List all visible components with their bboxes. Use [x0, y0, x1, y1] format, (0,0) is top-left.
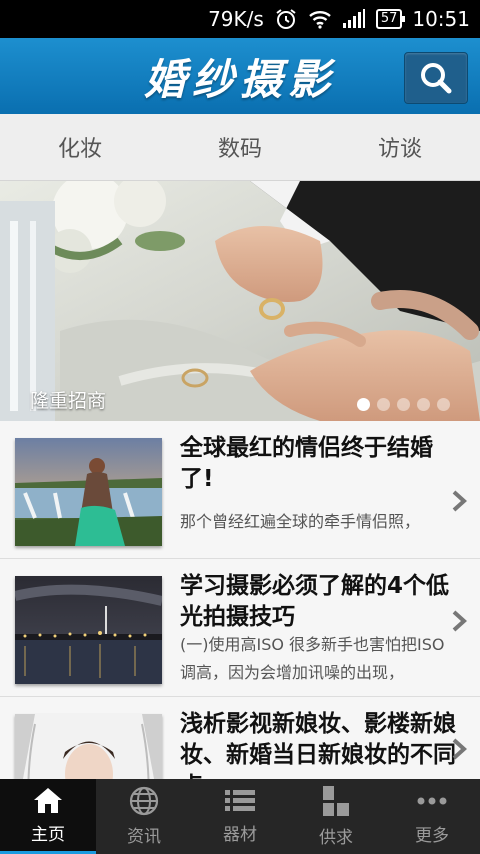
signal-icon — [342, 9, 366, 29]
carousel-dot[interactable] — [437, 398, 450, 411]
article-item[interactable]: 全球最红的情侣终于结婚了! 那个曾经红遍全球的牵手情侣照， — [0, 421, 480, 559]
nav-more[interactable]: 更多 — [384, 779, 480, 854]
battery-icon: 57 — [375, 9, 405, 29]
article-item[interactable]: 浅析影视新娘妆、影楼新娘妆、新婚当日新娘妆的不同点 — [0, 697, 480, 779]
banner-image — [0, 181, 480, 421]
chevron-right-icon — [452, 490, 467, 512]
article-description: 那个曾经红遍全球的牵手情侣照， — [180, 512, 421, 531]
status-bar: 79K/s 57 10:51 — [0, 0, 480, 38]
banner-carousel[interactable]: 隆重招商 — [0, 181, 480, 421]
carousel-dot[interactable] — [417, 398, 430, 411]
article-title: 学习摄影必须了解的4个低光拍摄技巧 — [180, 573, 450, 630]
banner-caption: 隆重招商 — [30, 390, 107, 412]
article-item[interactable]: 学习摄影必须了解的4个低光拍摄技巧 (一)使用高ISO 很多新手也害怕把ISO调… — [0, 559, 480, 697]
tab-interview[interactable]: 访谈 — [320, 114, 480, 180]
globe-icon — [129, 786, 159, 816]
nav-home[interactable]: 主页 — [0, 779, 96, 854]
carousel-dot[interactable] — [377, 398, 390, 411]
nav-supply[interactable]: 供求 — [288, 779, 384, 854]
nav-label: 主页 — [31, 824, 65, 845]
grid-icon — [323, 786, 349, 816]
list-icon — [225, 790, 255, 811]
home-icon — [34, 787, 62, 813]
article-title: 浅析影视新娘妆、影楼新娘妆、新婚当日新娘妆的不同点 — [180, 711, 456, 779]
wifi-icon — [308, 9, 332, 29]
chevron-right-icon — [452, 610, 467, 632]
clock: 10:51 — [412, 7, 470, 31]
nav-equipment[interactable]: 器材 — [192, 779, 288, 854]
nav-label: 更多 — [415, 826, 449, 846]
app-header: 婚纱摄影 — [0, 38, 480, 114]
nav-label: 资讯 — [127, 827, 161, 847]
tab-makeup[interactable]: 化妆 — [0, 114, 160, 180]
carousel-indicator — [357, 398, 450, 411]
article-thumbnail — [15, 438, 162, 546]
category-tabs: 化妆 数码 访谈 — [0, 114, 480, 181]
app-title: 婚纱摄影 — [143, 54, 336, 104]
article-list: 全球最红的情侣终于结婚了! 那个曾经红遍全球的牵手情侣照， 学习摄影必须了解的4… — [0, 421, 480, 779]
alarm-icon — [274, 7, 298, 31]
tab-digital[interactable]: 数码 — [160, 114, 320, 180]
nav-label: 供求 — [319, 828, 353, 848]
network-speed: 79K/s — [208, 7, 264, 31]
article-thumbnail — [15, 576, 162, 684]
nav-label: 器材 — [223, 825, 257, 845]
more-icon — [417, 797, 447, 805]
article-description: (一)使用高ISO 很多新手也害怕把ISO调高，因为会增加讯噪的出现， — [180, 635, 445, 682]
search-icon — [421, 63, 452, 94]
bottom-nav: 主页 资讯 器材 供求 更多 — [0, 779, 480, 854]
search-button[interactable] — [404, 52, 468, 104]
article-thumbnail — [15, 714, 162, 779]
nav-news[interactable]: 资讯 — [96, 779, 192, 854]
chevron-right-icon — [452, 738, 467, 760]
carousel-dot[interactable] — [357, 398, 370, 411]
carousel-dot[interactable] — [397, 398, 410, 411]
article-title: 全球最红的情侣终于结婚了! — [180, 435, 433, 492]
